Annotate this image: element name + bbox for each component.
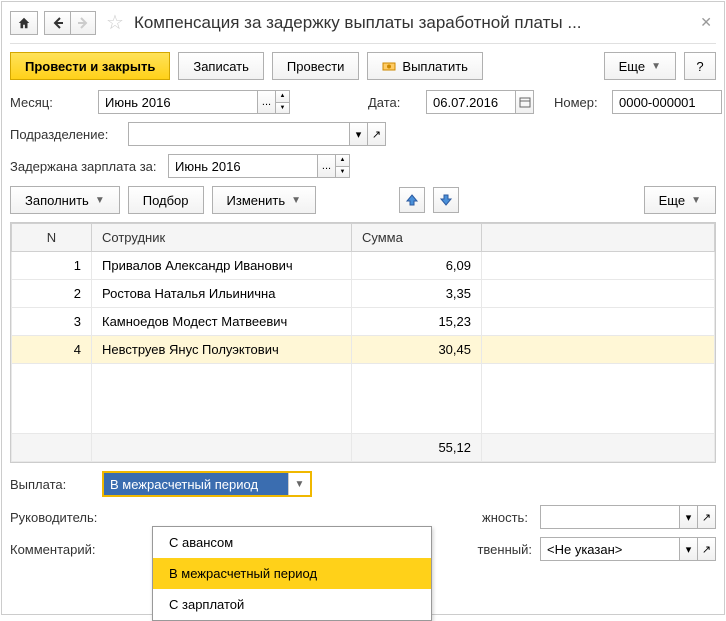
number-input[interactable] <box>612 90 722 114</box>
responsible-input[interactable] <box>540 537 680 561</box>
department-caret[interactable]: ▾ <box>350 122 368 146</box>
table-more-label: Еще <box>659 193 685 208</box>
fill-label: Заполнить <box>25 193 89 208</box>
table-footer-row: 55,12 <box>12 434 715 462</box>
ellipsis-button[interactable]: ... <box>258 90 276 114</box>
arrow-up-icon <box>405 193 419 207</box>
arrow-left-icon <box>52 17 64 29</box>
position-open-icon[interactable]: ↗ <box>698 505 716 529</box>
chevron-down-icon: ▼ <box>651 61 661 72</box>
chevron-down-icon[interactable]: ▼ <box>288 473 310 495</box>
payout-button[interactable]: Выплатить <box>367 52 483 80</box>
pick-button[interactable]: Подбор <box>128 186 204 214</box>
month-spinner[interactable]: ▲▼ <box>276 90 290 114</box>
date-input[interactable] <box>426 90 516 114</box>
number-label: Номер: <box>554 95 604 110</box>
nav-group <box>44 11 96 35</box>
arrow-down-icon <box>439 193 453 207</box>
department-input[interactable] <box>128 122 350 146</box>
fill-button[interactable]: Заполнить ▼ <box>10 186 120 214</box>
help-button[interactable]: ? <box>684 52 716 80</box>
submit-button[interactable]: Провести <box>272 52 360 80</box>
home-button[interactable] <box>10 11 38 35</box>
back-button[interactable] <box>44 11 70 35</box>
favorite-star-icon[interactable]: ☆ <box>102 10 128 35</box>
table-row[interactable]: 2 Ростова Наталья Ильинична 3,35 <box>12 280 715 308</box>
col-amount-header[interactable]: Сумма <box>352 224 482 252</box>
dropdown-item-salary[interactable]: С зарплатой <box>153 589 431 620</box>
payout-label: Выплатить <box>402 59 468 74</box>
chevron-down-icon: ▼ <box>95 195 105 206</box>
payment-selected: В межрасчетный период <box>104 473 288 495</box>
month-input[interactable] <box>98 90 258 114</box>
money-icon <box>382 59 396 73</box>
forward-button[interactable] <box>70 11 96 35</box>
col-empty-header <box>482 224 715 252</box>
table-row[interactable]: 1 Привалов Александр Иванович 6,09 <box>12 252 715 280</box>
titlebar: ☆ Компенсация за задержку выплаты зарабо… <box>10 10 716 44</box>
department-open-icon[interactable]: ↗ <box>368 122 386 146</box>
dropdown-item-advance[interactable]: С авансом <box>153 527 431 558</box>
submit-close-button[interactable]: Провести и закрыть <box>10 52 170 80</box>
table-row[interactable]: 4 Невструев Янус Полуэктович 30,45 <box>12 336 715 364</box>
chevron-down-icon: ▼ <box>691 195 701 206</box>
responsible-open-icon[interactable]: ↗ <box>698 537 716 561</box>
position-label: жность: <box>482 510 532 525</box>
window-title: Компенсация за задержку выплаты заработн… <box>134 13 690 33</box>
arrow-right-icon <box>77 17 89 29</box>
table-header-row: N Сотрудник Сумма <box>12 224 715 252</box>
position-input[interactable] <box>540 505 680 529</box>
delayed-label: Задержана зарплата за: <box>10 159 160 174</box>
edit-label: Изменить <box>227 193 286 208</box>
save-button[interactable]: Записать <box>178 52 264 80</box>
home-icon <box>17 16 31 30</box>
col-employee-header[interactable]: Сотрудник <box>92 224 352 252</box>
position-caret[interactable]: ▾ <box>680 505 698 529</box>
main-toolbar: Провести и закрыть Записать Провести Вып… <box>10 52 716 80</box>
payment-select[interactable]: В межрасчетный период ▼ <box>102 471 312 497</box>
date-label: Дата: <box>368 95 418 110</box>
employee-table: N Сотрудник Сумма 1 Привалов Александр И… <box>10 222 716 463</box>
col-n-header[interactable]: N <box>12 224 92 252</box>
payment-dropdown: С авансом В межрасчетный период С зарпла… <box>152 526 432 621</box>
more-label: Еще <box>619 59 645 74</box>
move-up-button[interactable] <box>399 187 425 213</box>
responsible-caret[interactable]: ▾ <box>680 537 698 561</box>
department-label: Подразделение: <box>10 127 120 142</box>
comment-label: Комментарий: <box>10 542 110 557</box>
table-empty-row <box>12 364 715 434</box>
dropdown-item-interpay[interactable]: В межрасчетный период <box>153 558 431 589</box>
month-label: Месяц: <box>10 95 60 110</box>
table-more-button[interactable]: Еще ▼ <box>644 186 716 214</box>
calendar-icon <box>519 96 531 108</box>
chevron-down-icon: ▼ <box>291 195 301 206</box>
delayed-spinner[interactable]: ▲▼ <box>336 154 350 178</box>
responsible-label: твенный: <box>477 542 532 557</box>
ellipsis-button[interactable]: ... <box>318 154 336 178</box>
payment-label: Выплата: <box>10 477 80 492</box>
calendar-button[interactable] <box>516 90 534 114</box>
delayed-input[interactable] <box>168 154 318 178</box>
edit-button[interactable]: Изменить ▼ <box>212 186 317 214</box>
table-row[interactable]: 3 Камноедов Модест Матвеевич 15,23 <box>12 308 715 336</box>
manager-label: Руководитель: <box>10 510 110 525</box>
total-amount: 55,12 <box>352 434 482 462</box>
move-down-button[interactable] <box>433 187 459 213</box>
more-button[interactable]: Еще ▼ <box>604 52 676 80</box>
close-icon[interactable]: ✕ <box>696 14 716 31</box>
